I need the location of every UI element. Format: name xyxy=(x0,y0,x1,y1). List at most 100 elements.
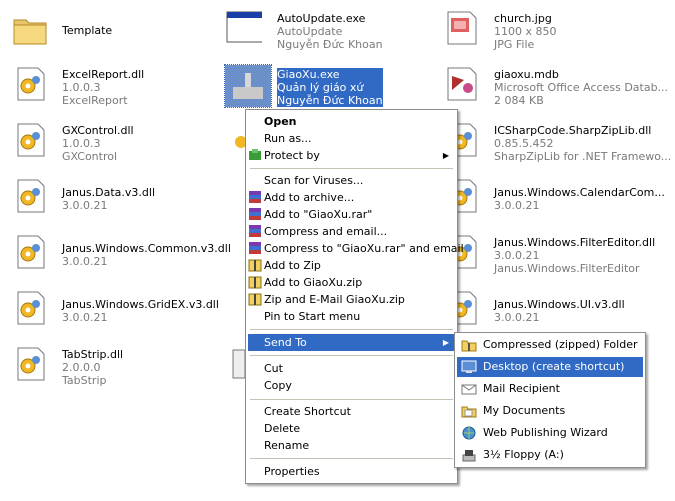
menu-scan-viruses[interactable]: Scan for Viruses... xyxy=(248,172,455,189)
winzip-icon xyxy=(248,292,262,306)
file-version: 3.0.0.21 xyxy=(62,255,108,268)
menu-separator xyxy=(250,399,453,400)
file-size: 2 084 KB xyxy=(494,94,544,107)
file-item-church-jpg[interactable]: church.jpg 1100 x 850 JPG File xyxy=(444,10,664,54)
file-company: Nguyễn Đức Khoan xyxy=(277,38,383,51)
menu-add-zip[interactable]: Add to Zip xyxy=(248,257,455,274)
file-item-giaoxu-mdb[interactable]: giaoxu.mdb Microsoft Office Access Datab… xyxy=(444,66,668,110)
dll-file-icon xyxy=(12,234,48,270)
dll-file-icon xyxy=(12,290,48,326)
menu-copy[interactable]: Copy xyxy=(248,377,455,394)
menu-properties[interactable]: Properties xyxy=(248,463,455,480)
access-database-icon xyxy=(444,66,480,102)
file-description: ExcelReport xyxy=(62,94,128,107)
file-item-autoupdate[interactable]: AutoUpdate.exe AutoUpdate Nguyễn Đức Kho… xyxy=(226,10,436,54)
file-name: TabStrip.dll xyxy=(62,348,124,361)
menu-separator xyxy=(250,355,453,356)
winrar-icon xyxy=(248,190,262,204)
menu-add-archive[interactable]: Add to archive... xyxy=(248,189,455,206)
file-item-sharpziplib[interactable]: ICSharpCode.SharpZipLib.dll 0.85.5.452 S… xyxy=(444,122,671,166)
file-description: Janus.Windows.FilterEditor xyxy=(494,262,640,275)
file-name: ExcelReport.dll xyxy=(62,68,145,81)
sendto-web-publishing-label: Web Publishing Wizard xyxy=(483,426,608,439)
web-publishing-icon xyxy=(461,425,477,441)
file-item-tabstrip[interactable]: TabStrip.dll 2.0.0.0 TabStrip xyxy=(12,346,212,390)
file-version: 1.0.0.3 xyxy=(62,81,101,94)
menu-compress-rar-email[interactable]: Compress to "GiaoXu.rar" and email xyxy=(248,240,464,257)
menu-open[interactable]: Open xyxy=(248,113,455,130)
sendto-compressed-folder[interactable]: Compressed (zipped) Folder xyxy=(457,335,643,355)
sendto-mail-recipient-label: Mail Recipient xyxy=(483,382,560,395)
file-dimensions: 1100 x 850 xyxy=(494,25,557,38)
zip-folder-icon xyxy=(461,337,477,353)
dll-file-icon xyxy=(12,346,48,382)
menu-zip-email[interactable]: Zip and E-Mail GiaoXu.zip xyxy=(248,291,455,308)
menu-cut[interactable]: Cut xyxy=(248,360,455,377)
menu-protect-by-label: Protect by xyxy=(264,149,320,162)
menu-add-rar[interactable]: Add to "GiaoXu.rar" xyxy=(248,206,455,223)
file-name: Janus.Windows.Common.v3.dll xyxy=(62,242,231,255)
menu-add-archive-label: Add to archive... xyxy=(264,191,355,204)
desktop-icon xyxy=(461,359,477,375)
file-item-janus-common[interactable]: Janus.Windows.Common.v3.dll 3.0.0.21 xyxy=(12,234,232,278)
file-version: 3.0.0.21 xyxy=(494,249,540,262)
sendto-desktop-shortcut[interactable]: Desktop (create shortcut) xyxy=(457,357,643,377)
file-item-janus-data[interactable]: Janus.Data.v3.dll 3.0.0.21 xyxy=(12,178,212,222)
file-name: GiaoXu.exe xyxy=(277,68,383,81)
menu-send-to[interactable]: Send To ▶ xyxy=(248,334,455,351)
application-window-icon xyxy=(226,10,262,46)
sendto-my-documents[interactable]: My Documents xyxy=(457,401,643,421)
file-item-janus-filtereditor[interactable]: Janus.Windows.FilterEditor.dll 3.0.0.21 … xyxy=(444,234,664,278)
menu-pin-start[interactable]: Pin to Start menu xyxy=(248,308,455,325)
file-name: ICSharpCode.SharpZipLib.dll xyxy=(494,124,652,137)
file-version: 1.0.0.3 xyxy=(62,137,101,150)
protect-icon xyxy=(248,148,262,162)
sendto-mail-recipient[interactable]: Mail Recipient xyxy=(457,379,643,399)
menu-compress-email[interactable]: Compress and email... xyxy=(248,223,455,240)
menu-add-giaoxu-zip[interactable]: Add to GiaoXu.zip xyxy=(248,274,455,291)
sendto-my-documents-label: My Documents xyxy=(483,404,566,417)
file-version: 3.0.0.21 xyxy=(494,199,540,212)
mail-icon xyxy=(461,381,477,397)
file-name: Template xyxy=(62,24,113,37)
menu-delete[interactable]: Delete xyxy=(248,420,455,437)
menu-protect-by[interactable]: Protect by ▶ xyxy=(248,147,455,164)
file-version: 3.0.0.21 xyxy=(494,311,540,324)
menu-create-shortcut[interactable]: Create Shortcut xyxy=(248,403,455,420)
menu-run-as[interactable]: Run as... xyxy=(248,130,455,147)
sendto-floppy[interactable]: 3½ Floppy (A:) xyxy=(457,445,643,465)
dll-file-icon xyxy=(231,122,245,158)
dll-file-icon xyxy=(12,178,48,214)
winrar-icon xyxy=(248,207,262,221)
file-name: GXControl.dll xyxy=(62,124,134,137)
folder-icon xyxy=(12,12,48,48)
menu-rename[interactable]: Rename xyxy=(248,437,455,454)
file-item-gxcontrol[interactable]: GXControl.dll 1.0.0.3 GXControl xyxy=(12,122,212,166)
sendto-web-publishing[interactable]: Web Publishing Wizard xyxy=(457,423,643,443)
context-menu: Open Run as... Protect by ▶ Scan for Vir… xyxy=(245,109,464,484)
winzip-icon xyxy=(248,258,262,272)
file-item-janus-ui[interactable]: Janus.Windows.UI.v3.dll 3.0.0.21 xyxy=(444,290,664,334)
file-type: JPG File xyxy=(494,38,535,51)
file-description: TabStrip xyxy=(62,374,107,387)
winrar-icon xyxy=(248,241,262,255)
file-name: Janus.Windows.GridEX.v3.dll xyxy=(62,298,219,311)
file-item-janus-gridex[interactable]: Janus.Windows.GridEX.v3.dll 3.0.0.21 xyxy=(12,290,232,334)
image-file-icon xyxy=(444,10,480,46)
menu-separator xyxy=(250,168,453,169)
menu-separator xyxy=(250,329,453,330)
file-item-janus-calendar[interactable]: Janus.Windows.CalendarCom... 3.0.0.21 xyxy=(444,178,665,222)
menu-compress-email-label: Compress and email... xyxy=(264,225,388,238)
file-company: Nguyễn Đức Khoan xyxy=(277,94,383,107)
menu-add-zip-label: Add to Zip xyxy=(264,259,321,272)
file-description: AutoUpdate xyxy=(277,25,343,38)
file-item-template[interactable]: Template xyxy=(12,12,212,56)
my-documents-icon xyxy=(461,403,477,419)
file-item-giaoxu-exe[interactable]: GiaoXu.exe Quản lý giáo xứ Nguyễn Đức Kh… xyxy=(224,64,436,110)
file-item-excelreport[interactable]: ExcelReport.dll 1.0.0.3 ExcelReport xyxy=(12,66,212,110)
menu-zip-email-label: Zip and E-Mail GiaoXu.zip xyxy=(264,293,405,306)
submenu-arrow-icon: ▶ xyxy=(442,151,449,160)
file-version: 3.0.0.21 xyxy=(62,199,108,212)
dll-file-icon xyxy=(12,122,48,158)
church-app-icon xyxy=(224,64,272,108)
